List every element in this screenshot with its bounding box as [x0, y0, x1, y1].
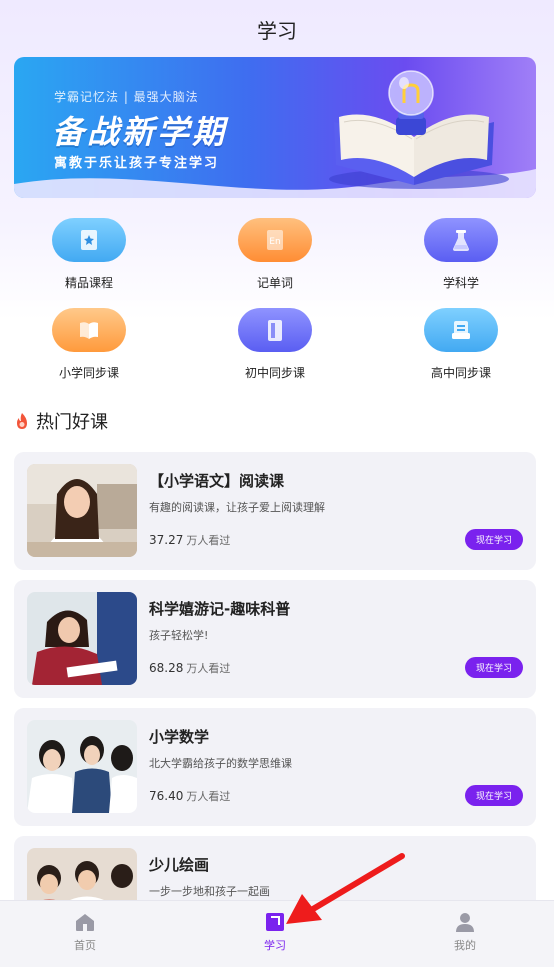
grid-item-label: 学科学	[442, 276, 479, 290]
document-icon	[424, 308, 498, 352]
course-card[interactable]: 小学数学 北大学霸给孩子的数学思维课 76.40 万人看过 现在学习	[14, 708, 536, 826]
study-now-button[interactable]: 现在学习	[465, 529, 523, 550]
fire-icon	[17, 413, 27, 429]
course-title: 少儿绘画	[149, 856, 210, 874]
banner-headline: 备战新学期	[52, 113, 228, 151]
open-book-icon	[52, 308, 126, 352]
tab-profile[interactable]: 我的	[405, 911, 525, 953]
views-unit: 万人看过	[186, 790, 231, 803]
section-title: 热门好课	[36, 412, 108, 433]
tab-label: 首页	[74, 939, 96, 952]
course-views: 68.28 万人看过	[149, 660, 230, 676]
views-count: 37.27	[149, 533, 184, 547]
grid-item-label: 记单词	[256, 276, 293, 290]
study-now-button[interactable]: 现在学习	[465, 785, 523, 806]
promo-banner[interactable]: 学霸记忆法 | 最强大脑法 备战新学期 寓教于乐让孩子专注学习	[14, 57, 536, 198]
course-description: 一步一步地和孩子一起画	[149, 885, 270, 898]
course-views: 76.40 万人看过	[149, 788, 230, 804]
course-title: 【小学语文】阅读课	[149, 472, 285, 490]
course-views: 37.27 万人看过	[149, 532, 230, 548]
course-description: 孩子轻松学!	[149, 629, 209, 642]
phone-book-icon	[238, 308, 312, 352]
course-card[interactable]: 科学嬉游记-趣味科普 孩子轻松学! 68.28 万人看过 现在学习	[14, 580, 536, 698]
svg-text:En: En	[269, 237, 280, 247]
views-unit: 万人看过	[186, 662, 231, 675]
page-title: 学习	[257, 18, 297, 43]
grid-item-primary-sync[interactable]: 小学同步课	[19, 308, 159, 381]
hot-courses-header: 热门好课	[14, 408, 108, 434]
course-description: 北大学霸给孩子的数学思维课	[149, 757, 292, 770]
grid-item-vocabulary[interactable]: En 记单词	[205, 218, 345, 291]
bottom-tab-bar: 首页 学习 我的	[0, 900, 554, 967]
grid-item-label: 精品课程	[64, 276, 113, 290]
grid-item-label: 高中同步课	[430, 366, 491, 380]
grid-item-senior-sync[interactable]: 高中同步课	[391, 308, 531, 381]
grid-item-science[interactable]: 学科学	[391, 218, 531, 291]
course-thumbnail	[27, 720, 137, 813]
grid-item-premium-courses[interactable]: 精品课程	[19, 218, 159, 291]
tab-home[interactable]: 首页	[25, 911, 145, 953]
course-description: 有趣的阅读课，让孩子爱上阅读理解	[149, 501, 325, 514]
views-unit: 万人看过	[186, 534, 231, 547]
study-page: 学习 学霸记忆法 | 最强大脑法 备战新学期 寓教于乐让孩子专注学习 精品课程 …	[0, 0, 554, 967]
grid-item-label: 小学同步课	[58, 366, 119, 380]
views-count: 76.40	[149, 789, 184, 803]
course-thumbnail	[27, 464, 137, 557]
home-icon	[76, 914, 94, 931]
study-icon	[266, 913, 284, 931]
course-title: 科学嬉游记-趣味科普	[149, 600, 291, 618]
tab-label: 学习	[264, 939, 286, 952]
course-title: 小学数学	[149, 728, 210, 746]
profile-icon	[456, 913, 474, 932]
study-now-button[interactable]: 现在学习	[465, 657, 523, 678]
grid-item-label: 初中同步课	[244, 366, 305, 380]
book-lightbulb-illustration	[329, 70, 509, 189]
banner-tag: 学霸记忆法 | 最强大脑法	[54, 90, 199, 104]
views-count: 68.28	[149, 661, 184, 675]
tab-label: 我的	[454, 939, 476, 952]
page-header: 学习	[0, 0, 554, 58]
tab-study[interactable]: 学习	[215, 911, 335, 953]
course-thumbnail	[27, 592, 137, 685]
grid-item-junior-sync[interactable]: 初中同步课	[205, 308, 345, 381]
en-book-icon: En	[238, 218, 312, 262]
flask-icon	[424, 218, 498, 262]
course-card[interactable]: 【小学语文】阅读课 有趣的阅读课，让孩子爱上阅读理解 37.27 万人看过 现在学…	[14, 452, 536, 570]
star-book-icon	[52, 218, 126, 262]
